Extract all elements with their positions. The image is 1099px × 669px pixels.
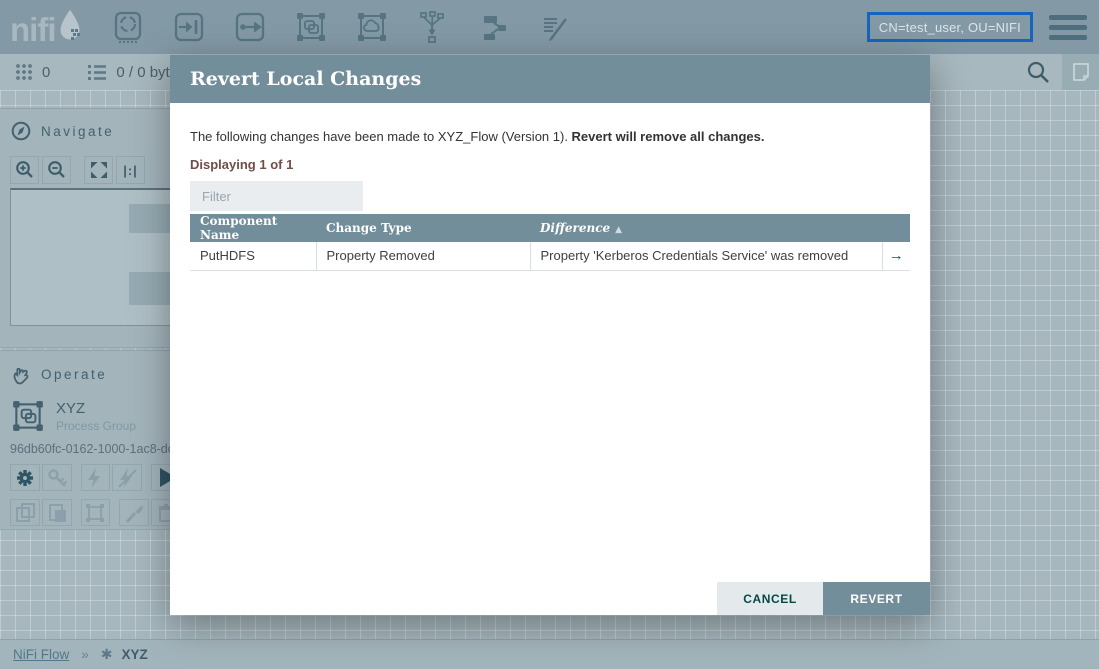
- navigate-title: Navigate: [41, 124, 114, 139]
- breadcrumb: NiFi Flow » ✱ XYZ: [0, 639, 1099, 669]
- process-group-icon[interactable]: [294, 10, 328, 44]
- processor-stat: 0: [14, 62, 50, 82]
- nifi-logo-text: nifi: [10, 12, 55, 48]
- description-warning: Revert will remove all changes.: [572, 129, 765, 144]
- compass-icon: [10, 120, 32, 142]
- zoom-out-button[interactable]: [42, 156, 71, 184]
- paste-button[interactable]: [42, 499, 72, 526]
- app-header: nifi: [0, 0, 1099, 54]
- filter-input[interactable]: [190, 181, 363, 211]
- label-icon[interactable]: [538, 10, 572, 44]
- selected-group-type: Process Group: [56, 419, 136, 433]
- version-modified-icon: ✱: [101, 646, 113, 663]
- local-changes-table: Component Name Change Type Difference▲ P…: [190, 214, 910, 271]
- grid-icon: [14, 62, 34, 82]
- template-icon[interactable]: [477, 10, 511, 44]
- funnel-icon[interactable]: [416, 10, 450, 44]
- nifi-app: nifi: [0, 0, 1099, 669]
- configure-button[interactable]: [10, 464, 40, 491]
- hand-icon: [10, 362, 32, 386]
- navigate-header: Navigate: [0, 109, 181, 142]
- table-row: PutHDFS Property Removed Property 'Kerbe…: [190, 242, 910, 270]
- revert-local-changes-dialog: Revert Local Changes The following chang…: [170, 55, 930, 615]
- global-menu-icon[interactable]: [1049, 15, 1087, 40]
- displaying-count: Displaying 1 of 1: [190, 157, 910, 172]
- sort-ascending-icon: ▲: [615, 225, 622, 235]
- input-port-icon[interactable]: [172, 10, 206, 44]
- column-header-component-name[interactable]: Component Name: [190, 214, 316, 242]
- group-button[interactable]: [81, 499, 111, 526]
- bulletin-note-icon[interactable]: [1062, 54, 1099, 90]
- cell-change-type: Property Removed: [316, 242, 530, 270]
- disable-button[interactable]: [112, 464, 142, 491]
- processor-icon[interactable]: [111, 10, 145, 44]
- column-header-change-type[interactable]: Change Type: [316, 214, 530, 242]
- zoom-actual-button[interactable]: |:|: [116, 156, 145, 184]
- navigate-panel: Navigate |:|: [0, 108, 181, 348]
- access-policies-button[interactable]: [42, 464, 72, 491]
- dialog-footer: CANCEL REVERT: [717, 582, 930, 615]
- selected-group-id: 96db60fc-0162-1000-1ac8-dc9: [10, 442, 178, 456]
- column-header-difference[interactable]: Difference▲: [530, 214, 882, 242]
- droplet-icon: [55, 7, 85, 48]
- navigate-controls: |:|: [10, 156, 181, 184]
- zoom-in-button[interactable]: [10, 156, 39, 184]
- process-group-icon: [10, 398, 46, 434]
- operate-buttons-row1: [10, 464, 181, 491]
- remote-process-group-icon[interactable]: [355, 10, 389, 44]
- selected-group-name: XYZ: [56, 400, 136, 417]
- search-icon[interactable]: [1025, 59, 1051, 85]
- dialog-title: Revert Local Changes: [170, 55, 930, 103]
- breadcrumb-root-link[interactable]: NiFi Flow: [13, 647, 69, 662]
- list-icon: [86, 61, 108, 83]
- one-to-one-label: |:|: [123, 163, 138, 178]
- birdseye-minimap[interactable]: [10, 188, 181, 326]
- cancel-button[interactable]: CANCEL: [717, 582, 823, 615]
- current-user-badge[interactable]: CN=test_user, OU=NIFI: [867, 12, 1033, 42]
- dialog-description: The following changes have been made to …: [190, 129, 910, 144]
- cell-component-name: PutHDFS: [190, 242, 316, 270]
- operate-header: Operate: [0, 351, 181, 386]
- breadcrumb-current: XYZ: [122, 647, 148, 662]
- revert-button[interactable]: REVERT: [823, 582, 930, 615]
- cell-difference: Property 'Kerberos Credentials Service' …: [530, 242, 882, 270]
- operate-panel: Operate XYZ Process Group 96db60fc-0162-…: [0, 350, 181, 530]
- copy-button[interactable]: [10, 499, 40, 526]
- output-port-icon[interactable]: [233, 10, 267, 44]
- zoom-fit-button[interactable]: [84, 156, 113, 184]
- selected-component: XYZ Process Group: [10, 398, 181, 434]
- description-text: The following changes have been made to …: [190, 129, 572, 144]
- enable-button[interactable]: [81, 464, 111, 491]
- operate-buttons-row2: [10, 499, 181, 526]
- fill-color-button[interactable]: [119, 499, 149, 526]
- nifi-logo: nifi: [10, 7, 85, 48]
- breadcrumb-separator: »: [81, 647, 89, 662]
- component-toolbar: [111, 10, 572, 44]
- header-right: CN=test_user, OU=NIFI: [867, 0, 1099, 54]
- column-header-actions: [882, 214, 910, 242]
- go-to-component-icon[interactable]: →: [889, 247, 904, 264]
- processor-count: 0: [42, 64, 50, 81]
- operate-title: Operate: [41, 367, 107, 382]
